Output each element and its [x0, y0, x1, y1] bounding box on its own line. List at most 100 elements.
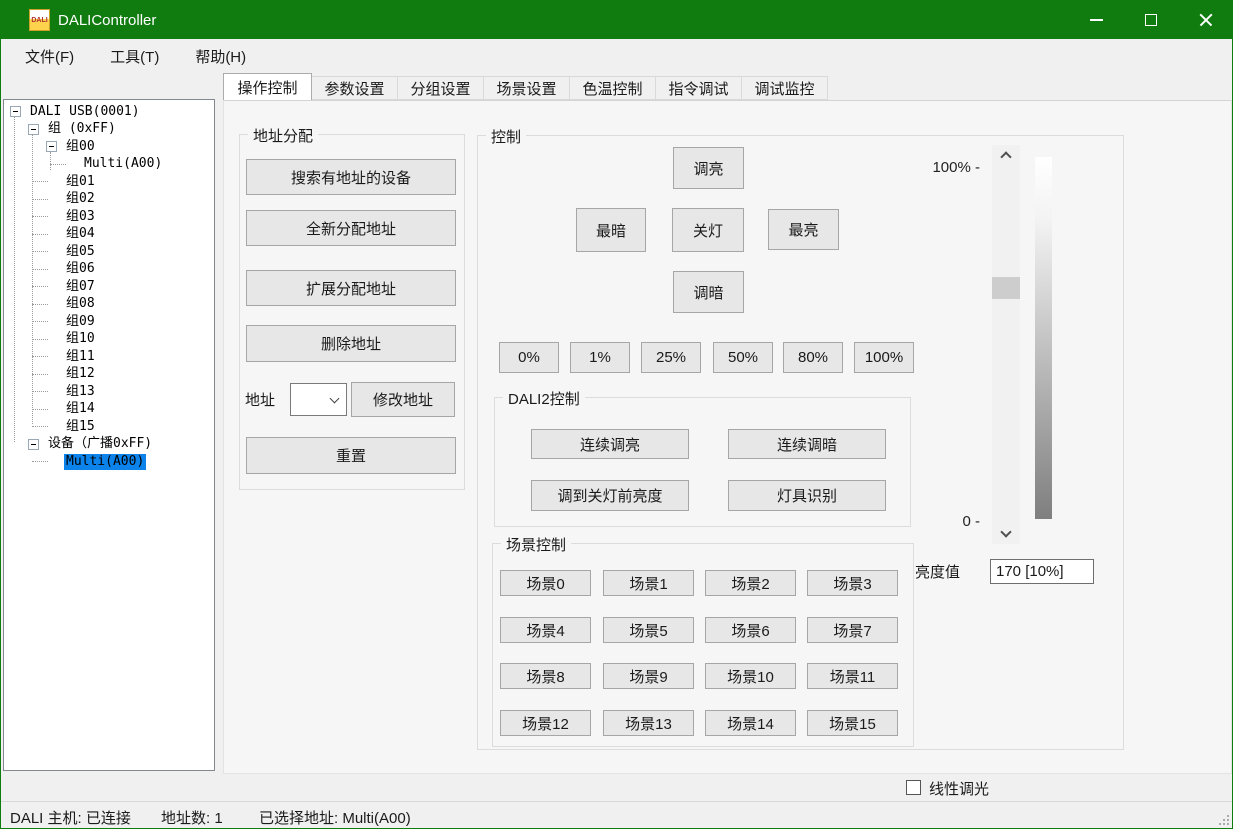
menu-item-2[interactable]: 帮助(H): [189, 44, 252, 69]
min-brightness-button[interactable]: 最暗: [576, 208, 646, 252]
tree-item[interactable]: 组00: [4, 138, 214, 156]
tree-item[interactable]: DALI USB(0001): [4, 103, 214, 121]
tree-item-label[interactable]: 组 (0xFF): [46, 121, 118, 137]
scroll-down-icon[interactable]: [1000, 526, 1011, 537]
scene-button-0[interactable]: 场景0: [500, 570, 591, 596]
tree-item-label[interactable]: 组04: [64, 226, 97, 242]
scroll-up-icon[interactable]: [1000, 151, 1011, 162]
tree-collapse-icon[interactable]: [10, 106, 21, 117]
percent-button-80[interactable]: 80%: [783, 342, 843, 373]
tree-item[interactable]: 组02: [4, 191, 214, 209]
continuous-brighten-button[interactable]: 连续调亮: [531, 429, 689, 459]
tree-item-label[interactable]: 组12: [64, 366, 97, 382]
tree-item[interactable]: 组11: [4, 348, 214, 366]
brighten-button[interactable]: 调亮: [673, 147, 744, 189]
scene-button-15[interactable]: 场景15: [807, 710, 898, 736]
tree-item-label[interactable]: 组02: [64, 191, 97, 207]
tree-item-label-selected[interactable]: Multi(A00): [64, 454, 146, 470]
lamp-identify-button[interactable]: 灯具识别: [728, 480, 886, 511]
delete-address-button[interactable]: 删除地址: [246, 325, 456, 362]
tree-item-label[interactable]: 设备（广播0xFF): [46, 436, 154, 452]
tree-item[interactable]: 组09: [4, 313, 214, 331]
menu-item-0[interactable]: 文件(F): [19, 44, 80, 69]
scene-button-4[interactable]: 场景4: [500, 617, 591, 643]
extend-assign-address-button[interactable]: 扩展分配地址: [246, 270, 456, 306]
tree-item-label[interactable]: 组00: [64, 139, 97, 155]
tree-item[interactable]: 组01: [4, 173, 214, 191]
tree-item[interactable]: Multi(A00): [4, 156, 214, 174]
close-button[interactable]: [1183, 1, 1229, 39]
tree-item[interactable]: 组06: [4, 261, 214, 279]
search-addressed-devices-button[interactable]: 搜索有地址的设备: [246, 159, 456, 195]
scene-button-13[interactable]: 场景13: [603, 710, 694, 736]
tree-item[interactable]: 组14: [4, 401, 214, 419]
scene-button-2[interactable]: 场景2: [705, 570, 796, 596]
tab-0[interactable]: 操作控制: [223, 73, 312, 100]
tree-item[interactable]: 组08: [4, 296, 214, 314]
brightness-scrollbar[interactable]: [992, 145, 1020, 544]
tree-item-label[interactable]: 组11: [64, 349, 97, 365]
tab-3[interactable]: 场景设置: [484, 76, 570, 100]
tree-collapse-icon[interactable]: [28, 439, 39, 450]
tree-item-label[interactable]: 组01: [64, 174, 97, 190]
dim-button[interactable]: 调暗: [673, 271, 744, 313]
minimize-button[interactable]: [1073, 1, 1119, 39]
address-combobox[interactable]: [290, 383, 347, 416]
linear-dim-checkbox[interactable]: [906, 780, 921, 795]
lamp-off-button[interactable]: 关灯: [672, 208, 744, 252]
tree-item[interactable]: Multi(A00): [4, 453, 214, 471]
continuous-dim-button[interactable]: 连续调暗: [728, 429, 886, 459]
tree-item-label[interactable]: Multi(A00): [82, 156, 164, 172]
tree-item[interactable]: 组13: [4, 383, 214, 401]
modify-address-button[interactable]: 修改地址: [351, 382, 455, 417]
tree-item-label[interactable]: 组14: [64, 401, 97, 417]
tree-item-label[interactable]: 组08: [64, 296, 97, 312]
tree-item-label[interactable]: 组10: [64, 331, 97, 347]
tree-collapse-icon[interactable]: [46, 141, 57, 152]
scene-button-10[interactable]: 场景10: [705, 663, 796, 689]
tree-item[interactable]: 组04: [4, 226, 214, 244]
brightness-value-field[interactable]: 170 [10%]: [990, 559, 1094, 584]
tree-item-label[interactable]: 组05: [64, 244, 97, 260]
scene-button-11[interactable]: 场景11: [807, 663, 898, 689]
percent-button-1[interactable]: 1%: [570, 342, 630, 373]
menu-item-1[interactable]: 工具(T): [104, 44, 165, 69]
tree-item[interactable]: 组03: [4, 208, 214, 226]
tree-collapse-icon[interactable]: [28, 124, 39, 135]
resize-grip-icon[interactable]: [1219, 815, 1229, 825]
restore-pre-off-brightness-button[interactable]: 调到关灯前亮度: [531, 480, 689, 511]
percent-button-25[interactable]: 25%: [641, 342, 701, 373]
scene-button-6[interactable]: 场景6: [705, 617, 796, 643]
reset-button[interactable]: 重置: [246, 437, 456, 474]
tree-item-label[interactable]: 组09: [64, 314, 97, 330]
tree-item-label[interactable]: 组06: [64, 261, 97, 277]
percent-button-0[interactable]: 0%: [499, 342, 559, 373]
tab-2[interactable]: 分组设置: [398, 76, 484, 100]
percent-button-50[interactable]: 50%: [713, 342, 773, 373]
scene-button-1[interactable]: 场景1: [603, 570, 694, 596]
tree-item[interactable]: 组05: [4, 243, 214, 261]
tab-5[interactable]: 指令调试: [656, 76, 742, 100]
scene-button-14[interactable]: 场景14: [705, 710, 796, 736]
scene-button-3[interactable]: 场景3: [807, 570, 898, 596]
tree-item[interactable]: 组07: [4, 278, 214, 296]
scene-button-7[interactable]: 场景7: [807, 617, 898, 643]
scene-button-9[interactable]: 场景9: [603, 663, 694, 689]
tree-item[interactable]: 设备（广播0xFF): [4, 436, 214, 454]
scene-button-5[interactable]: 场景5: [603, 617, 694, 643]
tab-6[interactable]: 调试监控: [742, 76, 828, 100]
tab-1[interactable]: 参数设置: [312, 76, 398, 100]
tree-item[interactable]: 组12: [4, 366, 214, 384]
tree-item[interactable]: 组 (0xFF): [4, 121, 214, 139]
tree-item-label[interactable]: 组13: [64, 384, 97, 400]
tree-item-label[interactable]: DALI USB(0001): [28, 104, 142, 120]
scrollbar-thumb[interactable]: [992, 277, 1020, 299]
percent-button-100[interactable]: 100%: [854, 342, 914, 373]
assign-new-address-button[interactable]: 全新分配地址: [246, 210, 456, 246]
tree-item-label[interactable]: 组03: [64, 209, 97, 225]
scene-button-8[interactable]: 场景8: [500, 663, 591, 689]
tree-item-label[interactable]: 组07: [64, 279, 97, 295]
tree-item[interactable]: 组15: [4, 418, 214, 436]
scene-button-12[interactable]: 场景12: [500, 710, 591, 736]
maximize-button[interactable]: [1128, 1, 1174, 39]
